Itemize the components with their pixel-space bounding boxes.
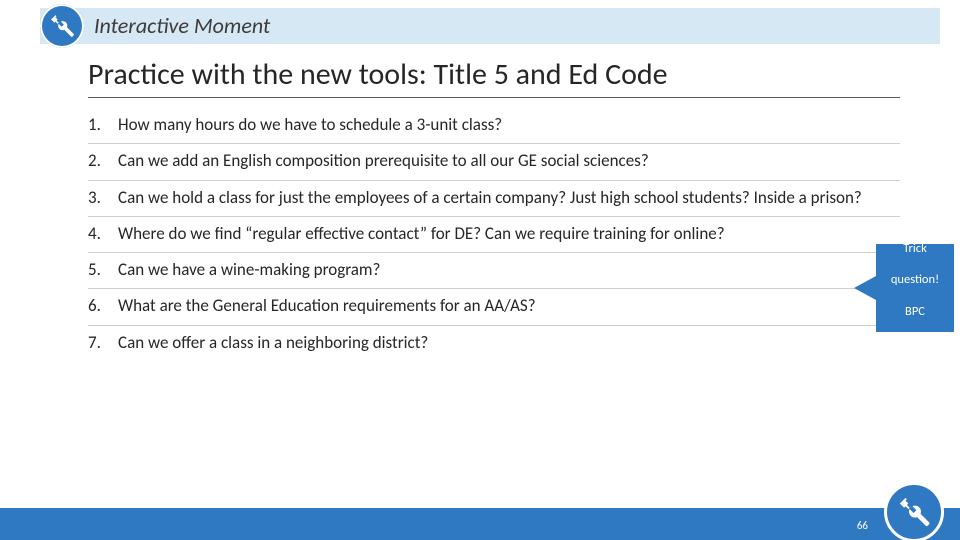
question-number: 7.: [88, 332, 118, 353]
callout-line: 25608!: [897, 335, 933, 350]
slide: Interactive Moment Practice with the new…: [0, 0, 960, 540]
question-text: What are the General Education requireme…: [118, 295, 900, 316]
question-number: 5.: [88, 259, 118, 280]
question-text: Can we add an English composition prereq…: [118, 150, 900, 171]
question-number: 2.: [88, 150, 118, 171]
footer-bar: [0, 508, 960, 540]
callout-trick-question: Trick question! BPC 25608!: [876, 244, 954, 332]
list-item: 1. How many hours do we have to schedule…: [88, 108, 900, 144]
callout-line: BPC: [905, 304, 925, 319]
list-item: 4. Where do we find “regular effective c…: [88, 217, 900, 253]
list-item: 7. Can we offer a class in a neighboring…: [88, 326, 900, 361]
question-text: Can we hold a class for just the employe…: [118, 187, 900, 208]
list-item: 6. What are the General Education requir…: [88, 289, 900, 325]
question-text: Can we have a wine-making program?: [118, 259, 900, 280]
question-number: 1.: [88, 114, 118, 135]
question-number: 3.: [88, 187, 118, 208]
section-title: Interactive Moment: [94, 12, 270, 39]
list-item: 5. Can we have a wine-making program?: [88, 253, 900, 289]
question-number: 4.: [88, 223, 118, 244]
tools-icon: [40, 4, 84, 48]
question-text: How many hours do we have to schedule a …: [118, 114, 900, 135]
callout-line: question!: [891, 272, 939, 287]
list-item: 3. Can we hold a class for just the empl…: [88, 181, 900, 217]
question-number: 6.: [88, 295, 118, 316]
question-text: Can we offer a class in a neighboring di…: [118, 332, 900, 353]
callout-line: Trick: [903, 241, 927, 256]
question-text: Where do we find “regular effective cont…: [118, 223, 900, 244]
tools-icon: [884, 482, 944, 540]
question-list: 1. How many hours do we have to schedule…: [88, 108, 900, 361]
page-number: 66: [857, 519, 868, 532]
list-item: 2. Can we add an English composition pre…: [88, 144, 900, 180]
page-title: Practice with the new tools: Title 5 and…: [88, 56, 900, 98]
